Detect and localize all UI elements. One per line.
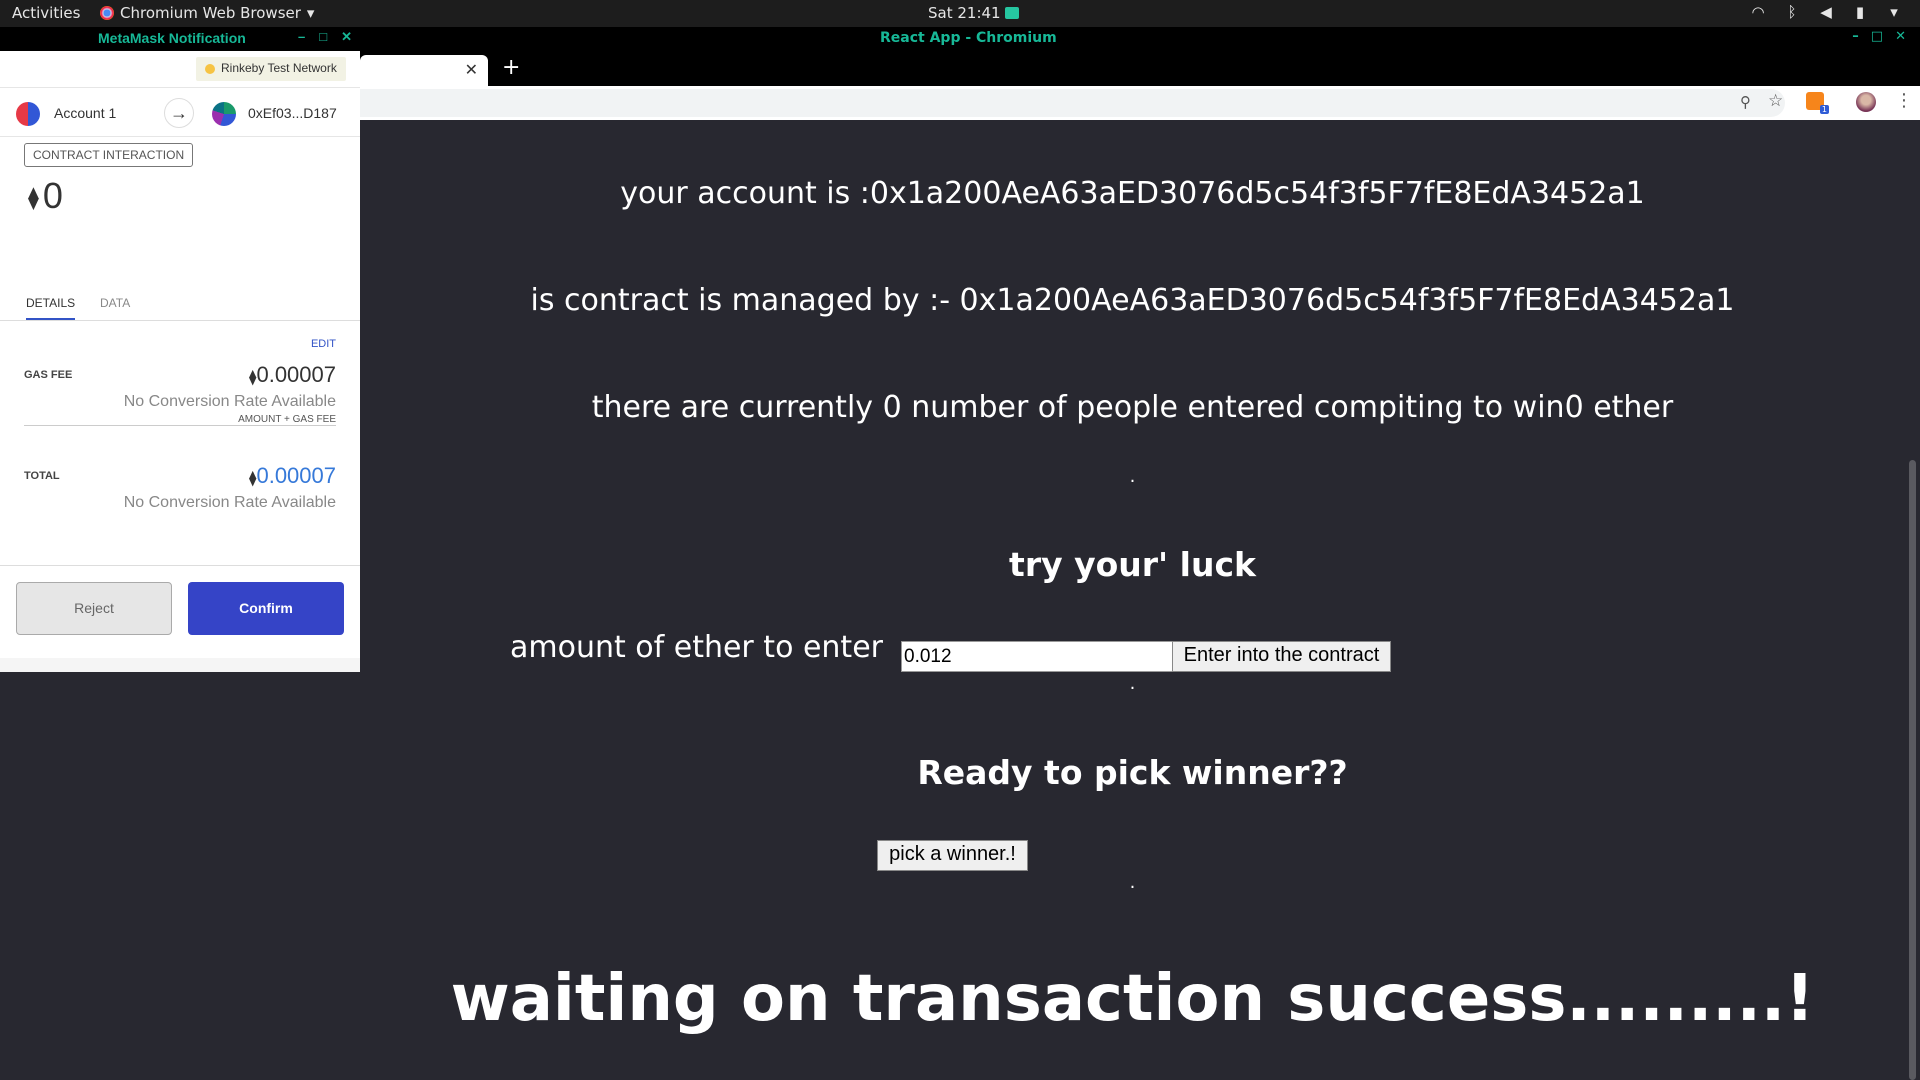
app-menu-label: Chromium Web Browser	[120, 4, 301, 22]
edit-gas-link[interactable]: EDIT	[311, 338, 336, 350]
network-status-dot	[205, 64, 215, 74]
gas-fee-amount: ⧫0.00007	[249, 362, 336, 388]
contract-interaction-tag: CONTRACT INTERACTION	[24, 143, 194, 167]
maximize-button[interactable]: □	[319, 29, 327, 45]
account-line: your account is :0x1a200AeA63aED3076d5c5…	[620, 176, 1645, 211]
network-name: Rinkeby Test Network	[221, 61, 337, 75]
network-indicator[interactable]: Rinkeby Test Network	[196, 57, 346, 81]
separator-dot: .	[1129, 466, 1136, 487]
volume-icon: ◀	[1820, 3, 1832, 21]
players-line: there are currently 0 number of people e…	[591, 390, 1674, 425]
pick-winner-heading: Ready to pick winner??	[917, 753, 1348, 792]
ether-amount-input[interactable]	[901, 641, 1173, 672]
footer-strip	[0, 658, 360, 672]
try-luck-heading: try your' luck	[1009, 545, 1256, 584]
account-identicon	[16, 102, 40, 126]
close-button[interactable]: ✕	[1895, 29, 1906, 44]
account-transfer-bar: Account 1 → 0xEf03...D187	[0, 87, 360, 138]
total-amount: ⧫0.00007	[249, 463, 336, 489]
browser-title-bar: React App - Chromium – □ ✕	[360, 27, 1920, 51]
extension-badge: 1	[1819, 105, 1829, 114]
amount-value: 0	[42, 175, 63, 216]
details-tabs: DETAILS DATA	[0, 285, 360, 321]
clock-label: Sat 21:41	[928, 4, 1001, 22]
metamask-extension-icon[interactable]: 1	[1806, 92, 1829, 114]
close-button[interactable]: ✕	[341, 29, 352, 45]
zoom-icon[interactable]: ⚲	[1740, 93, 1751, 111]
notification-icon	[1004, 7, 1019, 19]
separator-dot: .	[1129, 673, 1136, 694]
pick-winner-button[interactable]: pick a winner.!	[877, 840, 1028, 871]
recipient-address[interactable]: 0xEf03...D187	[248, 105, 337, 121]
clock[interactable]: Sat 21:41	[928, 4, 1019, 22]
separator-dot: .	[1129, 872, 1136, 893]
metamask-title: MetaMask Notification	[98, 30, 246, 46]
ethereum-icon: ⧫	[28, 185, 39, 211]
total-conversion: No Conversion Rate Available	[123, 494, 336, 511]
manager-line: is contract is managed by :- 0x1a200AeA6…	[530, 283, 1735, 318]
tab-data[interactable]: DATA	[100, 296, 130, 310]
battery-icon: ▮	[1855, 3, 1865, 21]
window-title: React App - Chromium	[880, 30, 1057, 46]
minimize-button[interactable]: –	[1852, 29, 1859, 44]
divider	[24, 425, 336, 426]
address-bar[interactable]	[360, 89, 1785, 117]
bookmark-star-icon[interactable]: ☆	[1768, 91, 1783, 111]
bluetooth-icon: ᛒ	[1787, 3, 1797, 21]
browser-tab[interactable]: ✕	[360, 55, 488, 86]
tab-details[interactable]: DETAILS	[26, 296, 76, 320]
metamask-title-bar: MetaMask Notification – □ ✕	[0, 27, 360, 51]
confirm-button[interactable]: Confirm	[188, 582, 344, 635]
tab-close-icon[interactable]: ✕	[465, 60, 478, 79]
browser-toolbar: ⚲ ☆ 1 ⋮	[360, 86, 1920, 120]
amount-label: amount of ether to enter	[510, 630, 883, 665]
metamask-notification-window: MetaMask Notification – □ ✕ Rinkeby Test…	[0, 27, 360, 672]
minimize-button[interactable]: –	[298, 29, 305, 45]
tab-strip: ✕ +	[360, 51, 1920, 86]
recipient-identicon	[212, 102, 236, 126]
arrow-right-icon: →	[164, 98, 194, 128]
total-value: 0.00007	[256, 463, 336, 488]
system-tray[interactable]: ◠ ᛒ ◀ ▮ ▾	[1750, 3, 1902, 21]
maximize-button[interactable]: □	[1871, 29, 1883, 44]
wifi-icon: ◠	[1751, 3, 1765, 21]
transaction-amount: ⧫ 0	[28, 175, 63, 217]
total-label: TOTAL	[24, 470, 60, 482]
new-tab-button[interactable]: +	[502, 55, 520, 80]
amount-gas-fee-caption: AMOUNT + GAS FEE	[238, 414, 336, 425]
transaction-status: waiting on transaction success.........!	[450, 962, 1815, 1036]
ubuntu-top-bar: Activities Chromium Web Browser ▾ Sat 21…	[0, 0, 1920, 27]
profile-avatar[interactable]	[1856, 92, 1876, 112]
reject-button[interactable]: Reject	[16, 582, 172, 635]
app-menu[interactable]: Chromium Web Browser ▾	[100, 4, 314, 22]
chevron-down-icon: ▾	[306, 4, 315, 22]
gas-fee-conversion: No Conversion Rate Available	[123, 393, 336, 410]
activities-button[interactable]: Activities	[12, 4, 80, 22]
browser-menu-icon[interactable]: ⋮	[1895, 90, 1913, 111]
page-scrollbar[interactable]	[1905, 120, 1920, 1080]
system-menu-icon: ▾	[1890, 3, 1898, 21]
from-account-name: Account 1	[54, 105, 117, 121]
react-app-page: your account is :0x1a200AeA63aED3076d5c5…	[360, 120, 1905, 1080]
gas-fee-value: 0.00007	[256, 362, 336, 387]
scrollbar-thumb[interactable]	[1909, 460, 1916, 1080]
enter-contract-button[interactable]: Enter into the contract	[1172, 641, 1391, 672]
action-footer: Reject Confirm	[0, 565, 360, 672]
gas-fee-label: GAS FEE	[24, 369, 73, 381]
chromium-icon	[100, 6, 114, 20]
